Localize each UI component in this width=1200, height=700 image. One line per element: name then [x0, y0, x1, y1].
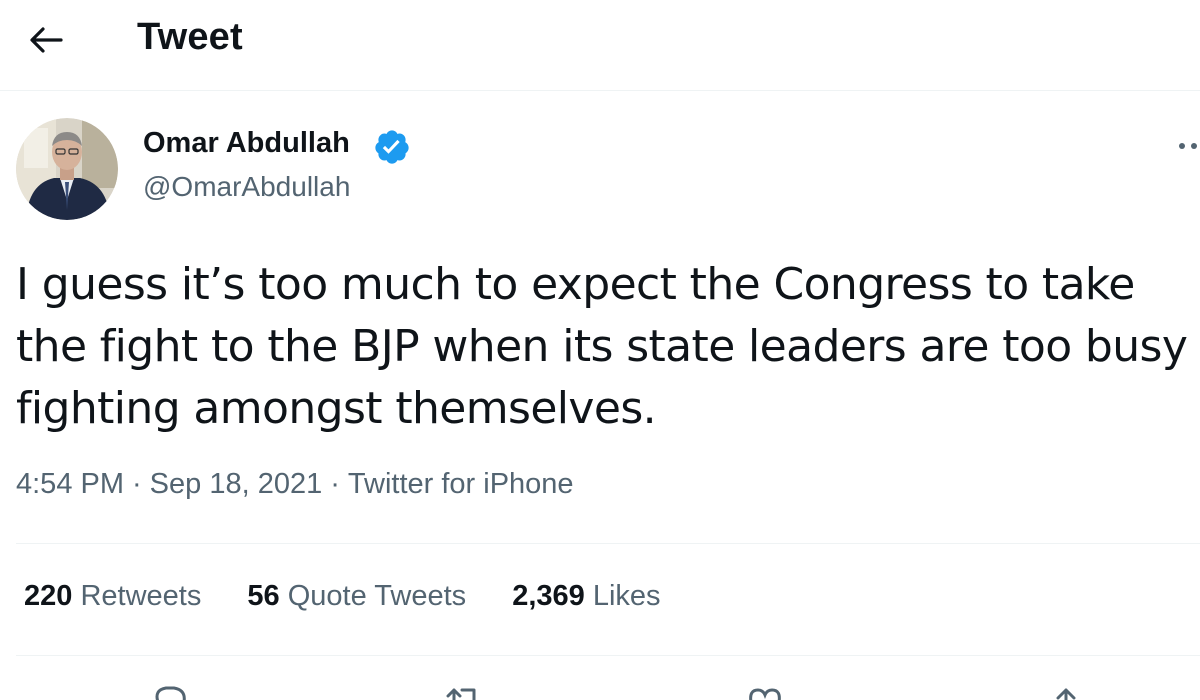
avatar-image: [16, 118, 118, 220]
likes-stat[interactable]: 2,369 Likes: [512, 580, 660, 613]
likes-count: 2,369: [512, 580, 585, 612]
tweet-date[interactable]: Sep 18, 2021: [150, 468, 323, 500]
tweet-text-line: fighting amongst themselves.: [16, 383, 657, 434]
retweet-icon[interactable]: [442, 682, 482, 700]
avatar[interactable]: [16, 118, 118, 220]
tweet-time[interactable]: 4:54 PM: [16, 468, 124, 500]
page-header: Tweet: [0, 0, 1200, 91]
divider: [16, 543, 1200, 544]
tweet-source[interactable]: Twitter for iPhone: [348, 468, 574, 500]
reply-icon[interactable]: [150, 682, 190, 700]
verified-badge-icon: [375, 130, 409, 164]
quote-tweets-count: 56: [247, 580, 280, 612]
retweets-label: Retweets: [80, 580, 202, 612]
retweets-stat[interactable]: 220 Retweets: [24, 580, 201, 613]
likes-label: Likes: [592, 580, 661, 612]
like-icon[interactable]: [745, 682, 785, 700]
back-button[interactable]: [20, 18, 72, 62]
meta-separator: ·: [330, 468, 340, 500]
quote-tweets-label: Quote Tweets: [287, 580, 467, 612]
tweet-text-line: I guess it’s too much to expect the Cong…: [16, 259, 1135, 310]
page-title: Tweet: [137, 16, 243, 58]
engagement-stats: 220 Retweets 56 Quote Tweets 2,369 Likes: [24, 580, 699, 613]
tweet-page: Tweet Omar Abdullah @OmarAbdullah I gues…: [0, 0, 1200, 700]
more-options-icon[interactable]: [1168, 128, 1200, 164]
quote-tweets-stat[interactable]: 56 Quote Tweets: [247, 580, 466, 613]
divider: [16, 655, 1200, 656]
action-bar: [0, 676, 1200, 700]
tweet-text-line: the fight to the BJP when its state lead…: [16, 321, 1188, 372]
author-display-name[interactable]: Omar Abdullah: [143, 127, 350, 160]
tweet-text: I guess it’s too much to expect the Cong…: [16, 254, 1200, 440]
share-icon[interactable]: [1046, 682, 1086, 700]
meta-separator: ·: [132, 468, 142, 500]
tweet-metadata: 4:54 PM · Sep 18, 2021 · Twitter for iPhone: [16, 468, 574, 501]
author-handle[interactable]: @OmarAbdullah: [143, 171, 350, 203]
retweets-count: 220: [24, 580, 73, 612]
arrow-left-icon: [30, 27, 63, 53]
